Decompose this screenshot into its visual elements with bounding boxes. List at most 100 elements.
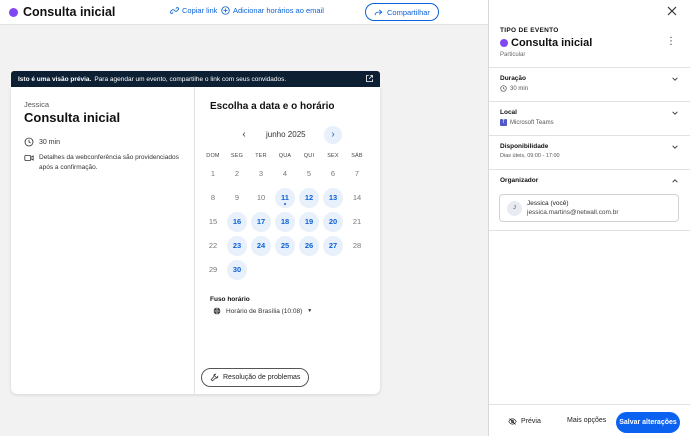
close-icon[interactable] bbox=[666, 5, 678, 17]
troubleshoot-button[interactable]: Resolução de problemas bbox=[201, 368, 310, 387]
calendar-day[interactable]: 13 bbox=[323, 188, 343, 208]
calendar-day[interactable]: 12 bbox=[299, 188, 319, 208]
location-section[interactable]: Local T Microsoft Teams bbox=[489, 101, 690, 135]
save-changes-button[interactable]: Salvar alterações bbox=[616, 412, 680, 433]
conference-line-2: após a confirmação. bbox=[39, 163, 98, 171]
calendar-day[interactable]: 27 bbox=[323, 236, 343, 256]
timezone-value: Horário de Brasília (10:08) bbox=[226, 307, 303, 315]
calendar-day[interactable]: 16 bbox=[227, 212, 247, 232]
organizer-name: Jessica (você) bbox=[527, 200, 569, 207]
calendar-day-number: 6 bbox=[330, 169, 336, 178]
calendar-day[interactable]: 25 bbox=[275, 236, 295, 256]
calendar-day-number: 13 bbox=[328, 193, 338, 202]
calendar-day: 5 bbox=[299, 164, 319, 184]
calendar-day-number: 3 bbox=[258, 169, 264, 178]
calendar-day-number: 10 bbox=[256, 193, 266, 202]
calendar-day: 15 bbox=[203, 212, 223, 232]
event-color-dot bbox=[500, 39, 508, 47]
today-indicator bbox=[284, 203, 286, 205]
calendar-day[interactable]: 20 bbox=[323, 212, 343, 232]
top-bar: Consulta inicial Copiar link Adicionar h… bbox=[0, 0, 488, 25]
calendar-day: 14 bbox=[347, 188, 367, 208]
organizer-card[interactable]: J Jessica (você) jessica.martins@netwall… bbox=[499, 194, 679, 222]
host-name: Jessica bbox=[24, 100, 50, 109]
calendar-day-number: 4 bbox=[282, 169, 288, 178]
calendar-day: 3 bbox=[251, 164, 271, 184]
calendar-day-number: 21 bbox=[352, 217, 362, 226]
availability-value: Dias úteis, 09:00 - 17:00 bbox=[500, 153, 560, 159]
timezone-label: Fuso horário bbox=[210, 296, 250, 303]
calendar-day-number: 15 bbox=[208, 217, 218, 226]
calendar-day-number: 2 bbox=[234, 169, 240, 178]
preview-button[interactable]: Prévia bbox=[508, 417, 541, 426]
next-month-button[interactable]: › bbox=[324, 126, 342, 144]
organizer-heading: Organizador bbox=[500, 177, 539, 184]
weekday-label: QUI bbox=[303, 153, 315, 159]
more-options-button[interactable]: Mais opções bbox=[567, 417, 606, 424]
add-times-button[interactable]: Adicionar horários ao email bbox=[221, 6, 324, 15]
plus-circle-icon bbox=[221, 6, 230, 15]
calendar-day[interactable]: 30 bbox=[227, 260, 247, 280]
page-title: Consulta inicial bbox=[23, 5, 116, 19]
clock-icon bbox=[24, 137, 34, 147]
timezone-select[interactable]: Horário de Brasília (10:08) ▼ bbox=[213, 307, 312, 315]
event-title: Consulta inicial bbox=[24, 110, 121, 125]
conference-line-1: Detalhes da webconferência são providenc… bbox=[39, 154, 179, 161]
calendar-day[interactable]: 19 bbox=[299, 212, 319, 232]
previous-month-button[interactable]: ‹ bbox=[238, 129, 250, 141]
organizer-email: jessica.martins@netwall.com.br bbox=[527, 209, 619, 216]
duration-text: 30 min bbox=[39, 138, 61, 146]
calendar-day-number: 16 bbox=[232, 217, 242, 226]
clock-icon bbox=[500, 85, 507, 92]
event-type-panel: TIPO DE EVENTO Consulta inicial ⋮ Partic… bbox=[488, 0, 690, 436]
weekday-label: SEG bbox=[230, 153, 244, 159]
weekday-label: SEX bbox=[327, 153, 339, 159]
calendar-day-number: 24 bbox=[256, 241, 266, 250]
link-icon bbox=[170, 7, 179, 14]
copy-link-button[interactable]: Copiar link bbox=[170, 6, 217, 15]
booking-preview-card: Jessica Consulta inicial 30 min Detalhes… bbox=[11, 87, 380, 394]
kebab-menu-icon[interactable]: ⋮ bbox=[666, 37, 676, 47]
weekday-label: TER bbox=[255, 153, 267, 159]
preview-label: Prévia bbox=[521, 418, 541, 425]
calendar-day-number: 17 bbox=[256, 217, 266, 226]
calendar-day-number: 19 bbox=[304, 217, 314, 226]
calendar-day-number: 23 bbox=[232, 241, 242, 250]
calendar-day[interactable]: 23 bbox=[227, 236, 247, 256]
calendar-day[interactable]: 26 bbox=[299, 236, 319, 256]
calendar-day-number: 8 bbox=[210, 193, 216, 202]
availability-section[interactable]: Disponibilidade Dias úteis, 09:00 - 17:0… bbox=[489, 135, 690, 169]
weekday-label: QUA bbox=[278, 153, 292, 159]
chevron-down-icon bbox=[672, 145, 678, 149]
calendar-day: 7 bbox=[347, 164, 367, 184]
duration-value-text: 30 min bbox=[510, 85, 529, 92]
calendar-day[interactable]: 18 bbox=[275, 212, 295, 232]
calendar-day: 28 bbox=[347, 236, 367, 256]
calendar-day-number: 18 bbox=[280, 217, 290, 226]
availability-heading: Disponibilidade bbox=[500, 143, 549, 150]
calendar-title: Escolha a data e o horário bbox=[210, 101, 335, 112]
calendar-day-number: 1 bbox=[210, 169, 216, 178]
calendar-day-number: 11 bbox=[281, 193, 289, 202]
add-times-label: Adicionar horários ao email bbox=[233, 6, 324, 15]
calendar-day: 22 bbox=[203, 236, 223, 256]
share-arrow-icon bbox=[374, 9, 383, 15]
calendar-day: 2 bbox=[227, 164, 247, 184]
avatar: J bbox=[507, 201, 522, 216]
panel-event-visibility: Particular bbox=[500, 52, 526, 58]
location-value: T Microsoft Teams bbox=[500, 119, 554, 126]
calendar-day: 21 bbox=[347, 212, 367, 232]
calendar-day: 9 bbox=[227, 188, 247, 208]
panel-kicker: TIPO DE EVENTO bbox=[500, 27, 559, 34]
external-link-icon[interactable] bbox=[365, 74, 374, 83]
calendar-day[interactable]: 24 bbox=[251, 236, 271, 256]
troubleshoot-label: Resolução de problemas bbox=[223, 374, 301, 381]
calendar-day[interactable]: 11 bbox=[275, 188, 295, 208]
duration-section[interactable]: Duração 30 min bbox=[489, 67, 690, 101]
banner-bold-text: Isto é uma visão prévia. bbox=[18, 75, 92, 83]
share-button[interactable]: Compartilhar bbox=[365, 3, 439, 21]
weekday-label: SÁB bbox=[351, 153, 363, 159]
caret-down-icon: ▼ bbox=[307, 308, 313, 314]
calendar-day[interactable]: 17 bbox=[251, 212, 271, 232]
location-heading: Local bbox=[500, 109, 517, 116]
